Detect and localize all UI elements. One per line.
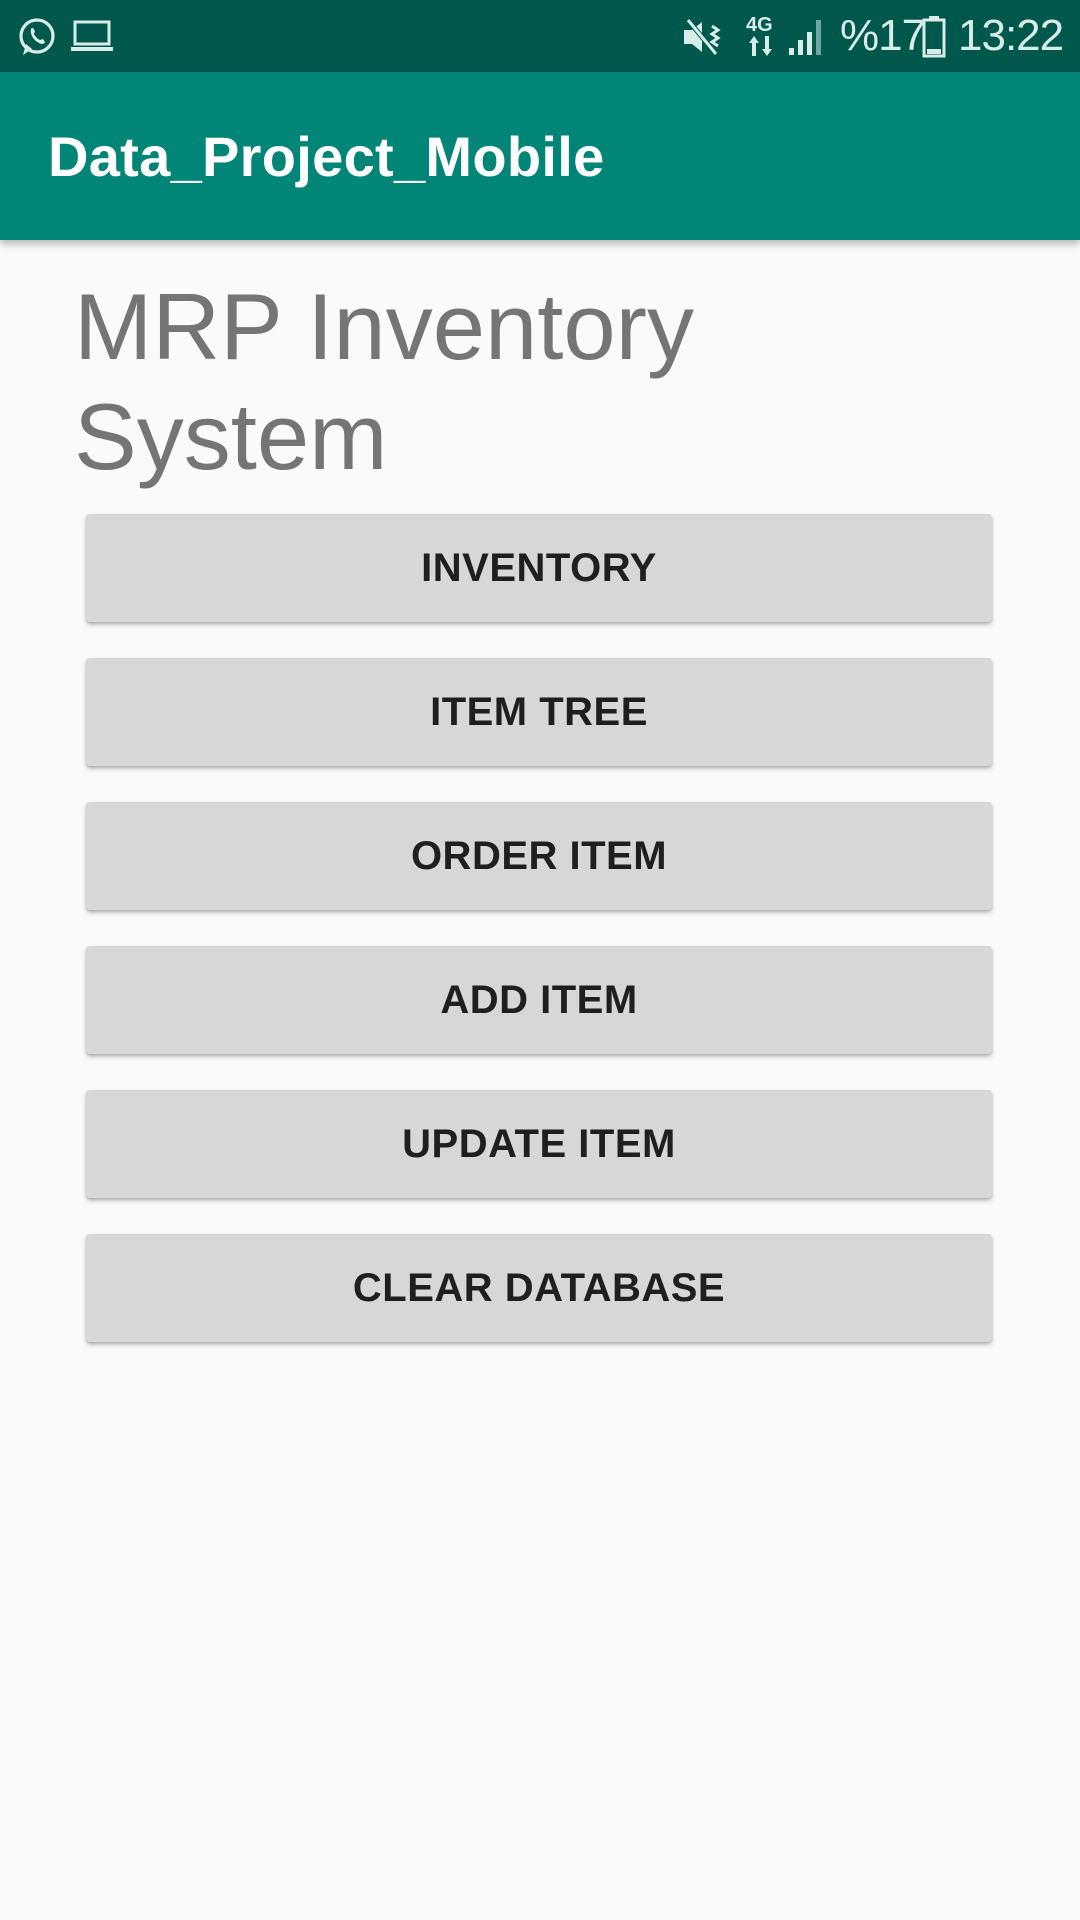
app-bar: Data_Project_Mobile (0, 72, 1080, 240)
mute-vibrate-icon (684, 18, 721, 56)
status-bar: 4G %17 13:22 (0, 0, 1080, 72)
signal-icon (789, 20, 821, 55)
add-item-button[interactable]: ADD ITEM (86, 946, 992, 1054)
page-heading: MRP Inventory System (74, 274, 694, 489)
app-title: Data_Project_Mobile (48, 125, 605, 188)
item-tree-button[interactable]: ITEM TREE (86, 658, 992, 766)
status-clock: 13:22 (958, 11, 1064, 60)
whatsapp-icon (19, 18, 55, 55)
network-type-label: 4G (746, 14, 773, 36)
4g-data-icon: 4G (744, 14, 778, 58)
order-item-button[interactable]: ORDER ITEM (86, 802, 992, 910)
laptop-icon (71, 20, 113, 51)
inventory-button[interactable]: INVENTORY (86, 514, 992, 622)
clear-database-button[interactable]: CLEAR DATABASE (86, 1234, 992, 1342)
update-item-button[interactable]: UPDATE ITEM (86, 1090, 992, 1198)
battery-percentage: %17 (840, 11, 926, 60)
battery-icon (922, 16, 946, 58)
